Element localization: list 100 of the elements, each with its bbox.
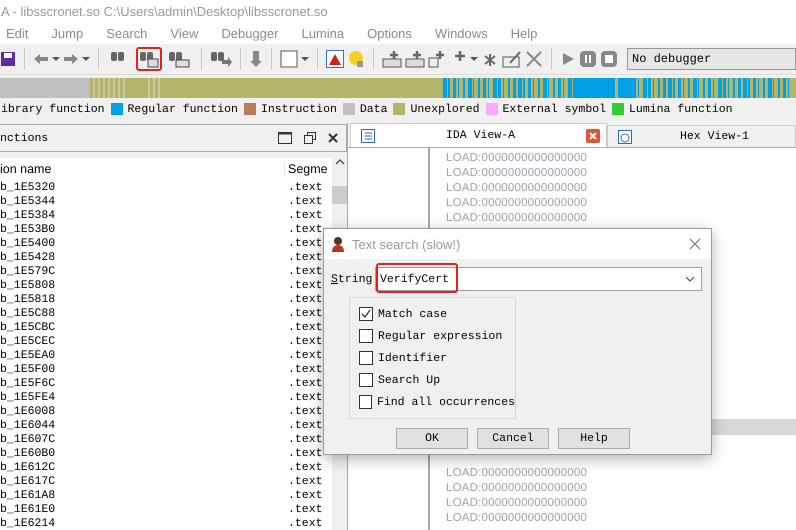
function-name[interactable]: b_1E5428 [0,250,285,264]
segment-name: .text [287,306,324,320]
dialog-button[interactable]: OK [396,428,468,449]
down-arrow-icon[interactable] [249,50,263,68]
scroll-up-icon[interactable] [334,158,344,166]
forward-arrow-icon[interactable] [63,53,79,65]
function-name[interactable]: b_1E5344 [0,194,285,208]
legend-label: Lumina function [629,102,733,116]
checkbox[interactable] [359,307,373,321]
play-icon[interactable] [560,51,576,67]
dialog-button[interactable]: Cancel [477,428,549,449]
close-icon[interactable] [328,133,338,143]
function-name[interactable]: b_1E5320 [0,180,285,194]
checkbox-label: Search Up [378,374,440,386]
segment-name: .text [287,320,324,334]
function-name[interactable]: b_1E612C [0,460,285,474]
window-title: A - libsscronet.so C:\Users\admin\Desktop\libsscronet.so [1,4,328,18]
listing-line: LOAD:0000000000000000 [446,166,588,180]
segment-name: .text [287,278,324,292]
save-icon[interactable] [0,51,16,67]
segment-name: .text [287,236,324,250]
segment-name: .text [287,348,324,362]
segment-name: .text [287,502,324,516]
field-label: String [331,272,374,286]
function-name[interactable]: b_1E6008 [0,404,285,418]
binoculars-icon[interactable] [168,50,190,68]
column-header[interactable]: ion name [0,162,284,176]
back-arrow-icon[interactable] [33,53,49,65]
binoculars-icon[interactable] [210,50,232,68]
add-data-icon[interactable] [405,50,425,68]
pause-icon[interactable] [579,50,597,68]
function-name[interactable]: b_1E5F6C [0,376,285,390]
function-name[interactable]: b_1E5818 [0,292,285,306]
function-name[interactable]: b_1E5FE4 [0,390,285,404]
dialog-title: Text search (slow!) [352,236,462,252]
listing-line: LOAD:0000000000000000 [446,496,588,510]
app-icon [330,236,346,252]
checkbox[interactable] [359,329,373,343]
segment-name: .text [287,180,324,194]
segment-name: .text [287,376,324,390]
segment-name: .text [287,432,324,446]
panel-title: nctions [0,132,50,144]
function-name[interactable]: b_1E5CBC [0,320,285,334]
function-name[interactable]: b_1E61E0 [0,502,285,516]
segment-name: .text [287,488,324,502]
listing-line: LOAD:0000000000000000 [446,196,588,210]
function-name[interactable]: b_1E61A8 [0,488,285,502]
segment-name: .text [287,208,324,222]
checkbox[interactable] [359,351,373,365]
debugger-dropdown[interactable]: No debugger [627,48,796,70]
warning-icon[interactable] [326,50,344,68]
caret-icon[interactable] [301,56,309,62]
function-name[interactable]: b_1E5F00 [0,362,285,376]
caret-icon[interactable] [470,56,478,62]
listing-icon [361,128,375,142]
function-name[interactable]: b_1E53B0 [0,222,285,236]
segment-name: .text [287,264,324,278]
segment-name: .text [287,474,324,488]
checkbox-label: Match case [378,308,448,320]
function-name[interactable]: b_1E5384 [0,208,285,222]
segment-name: .text [287,516,324,530]
edit-icon[interactable] [502,50,522,68]
function-name[interactable]: b_1E5400 [0,236,285,250]
view-tab[interactable]: Hex View-1 [607,125,796,147]
legend-label: Unexplored [410,102,480,116]
caret-icon[interactable] [82,56,90,62]
restore-icon[interactable] [304,132,316,144]
caret-icon[interactable] [52,56,60,62]
add-code-icon[interactable] [382,50,402,68]
maximize-icon[interactable] [278,132,292,144]
legend-label: Data [360,102,388,116]
function-name[interactable]: b_1E5EA0 [0,348,285,362]
legend-label: Instruction [260,102,337,116]
legend-label: External symbol [502,102,606,116]
function-name[interactable]: b_1E617C [0,474,285,488]
checkbox-label: Identifier [378,352,448,364]
checkbox[interactable] [359,373,373,387]
segment-name: .text [287,446,324,460]
function-name[interactable]: b_1E6214 [0,516,285,530]
string-field[interactable]: VerifyCert [375,267,702,291]
function-name[interactable]: b_1E5C88 [0,306,285,320]
segment-name: .text [287,404,324,418]
chevron-icon[interactable] [685,276,695,282]
function-name[interactable]: b_1E579C [0,264,285,278]
stop-icon[interactable] [600,50,618,68]
checkbox[interactable] [359,395,372,409]
dialog-button[interactable]: Help [558,428,630,449]
checkbox-label: Find all occurrences [376,396,515,408]
function-name[interactable]: b_1E5CEC [0,334,285,348]
listing-line: LOAD:0000000000000000 [446,466,588,480]
add-string-icon[interactable] [428,50,446,68]
scrollbar-thumb[interactable] [332,186,347,204]
segment-name: .text [287,418,324,432]
view-tab[interactable]: IDA View-A [350,123,607,147]
function-name[interactable]: b_1E5808 [0,278,285,292]
function-name[interactable]: b_1E607C [0,432,285,446]
function-name[interactable]: b_1E6044 [0,418,285,432]
function-name[interactable]: b_1E60B0 [0,446,285,460]
listing-line: LOAD:0000000000000000 [446,150,588,165]
segment-name: .text [287,194,324,208]
